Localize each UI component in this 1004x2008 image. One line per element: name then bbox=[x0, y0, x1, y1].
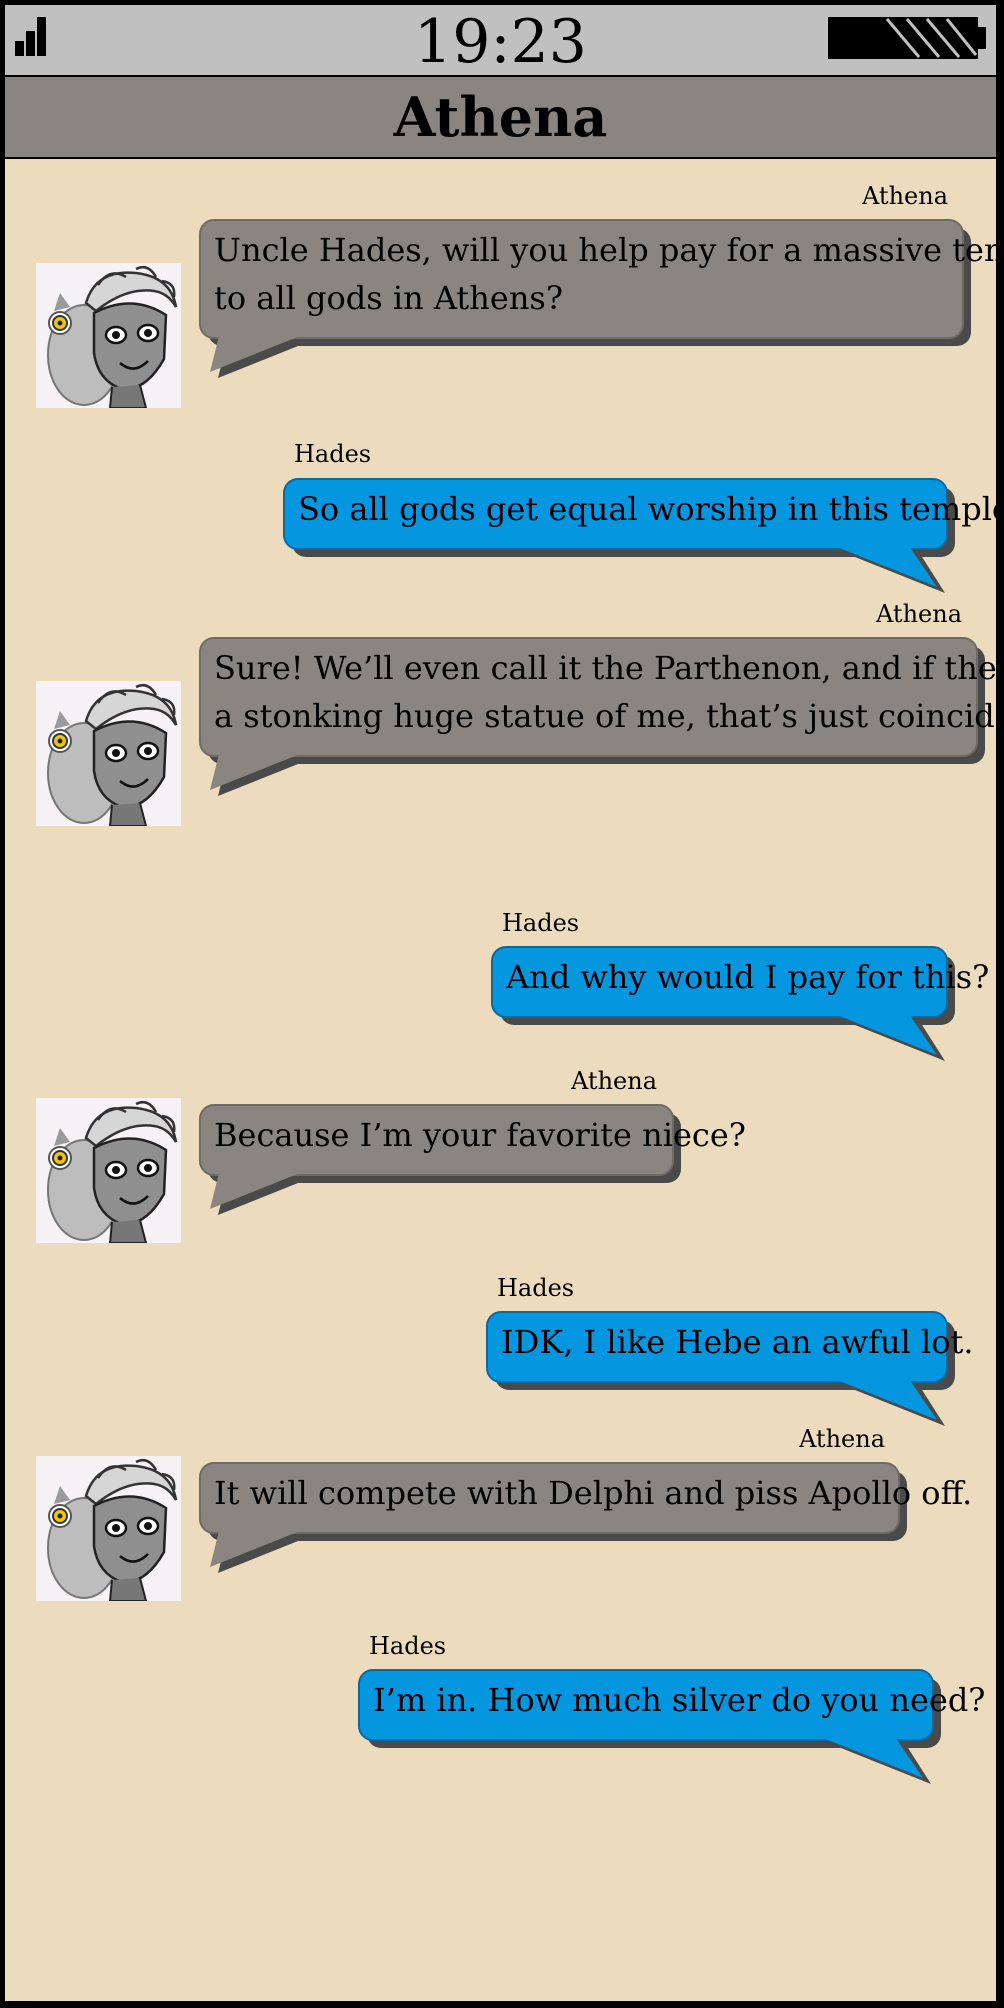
contact-name: Athena bbox=[393, 85, 608, 149]
incoming-message-bubble[interactable]: Uncle Hades, will you help pay for a mas… bbox=[199, 219, 996, 378]
status-bar: 19:23 bbox=[5, 5, 996, 77]
message-text-line: IDK, I like Hebe an awful lot. bbox=[501, 1323, 974, 1361]
athena-with-owl-avatar bbox=[36, 1098, 181, 1243]
message-sender-name: Athena bbox=[571, 1067, 657, 1095]
athena-with-owl-avatar bbox=[36, 263, 181, 408]
phone-screen: 19:23 Athena Athena Uncle Hades, will you… bbox=[5, 5, 996, 2001]
message-text-line: Because I’m your favorite niece? bbox=[214, 1116, 746, 1154]
message-text-line: So all gods get equal worship in this te… bbox=[298, 490, 996, 528]
message-text-line: Uncle Hades, will you help pay for a mas… bbox=[214, 231, 996, 269]
message-sender-name: Athena bbox=[799, 1425, 885, 1453]
battery-icon bbox=[828, 17, 986, 59]
message-sender-name: Hades bbox=[502, 909, 580, 937]
message-text-line: Sure! We’ll even call it the Parthenon, … bbox=[214, 649, 996, 687]
athena-with-owl-avatar bbox=[36, 681, 181, 826]
message-text-line: to all gods in Athens? bbox=[214, 279, 563, 317]
message-sender-name: Hades bbox=[294, 440, 372, 468]
message-sender-name: Hades bbox=[369, 1632, 447, 1660]
message-text-line: And why would I pay for this? bbox=[506, 958, 990, 996]
outgoing-message-bubble[interactable]: I’m in. How much silver do you need? bbox=[358, 1669, 985, 1784]
message-sender-name: Athena bbox=[862, 182, 948, 210]
incoming-message-bubble[interactable]: Sure! We’ll even call it the Parthenon, … bbox=[199, 637, 996, 796]
incoming-message-bubble[interactable]: It will compete with Delphi and piss Apo… bbox=[199, 1462, 972, 1573]
athena-with-owl-avatar bbox=[36, 1456, 181, 1601]
message-text-line: a stonking huge statue of me, that’s jus… bbox=[214, 697, 996, 735]
outgoing-message-bubble[interactable]: And why would I pay for this? bbox=[491, 946, 989, 1061]
outgoing-message-bubble[interactable]: So all gods get equal worship in this te… bbox=[283, 478, 996, 593]
message-sender-name: Hades bbox=[497, 1274, 575, 1302]
message-text-line: It will compete with Delphi and piss Apo… bbox=[214, 1474, 973, 1512]
outgoing-message-bubble[interactable]: IDK, I like Hebe an awful lot. bbox=[486, 1311, 973, 1426]
chat-header: Athena bbox=[5, 75, 996, 159]
message-sender-name: Athena bbox=[876, 600, 962, 628]
incoming-message-bubble[interactable]: Because I’m your favorite niece? bbox=[199, 1104, 746, 1215]
message-text-line: I’m in. How much silver do you need? bbox=[373, 1681, 986, 1719]
